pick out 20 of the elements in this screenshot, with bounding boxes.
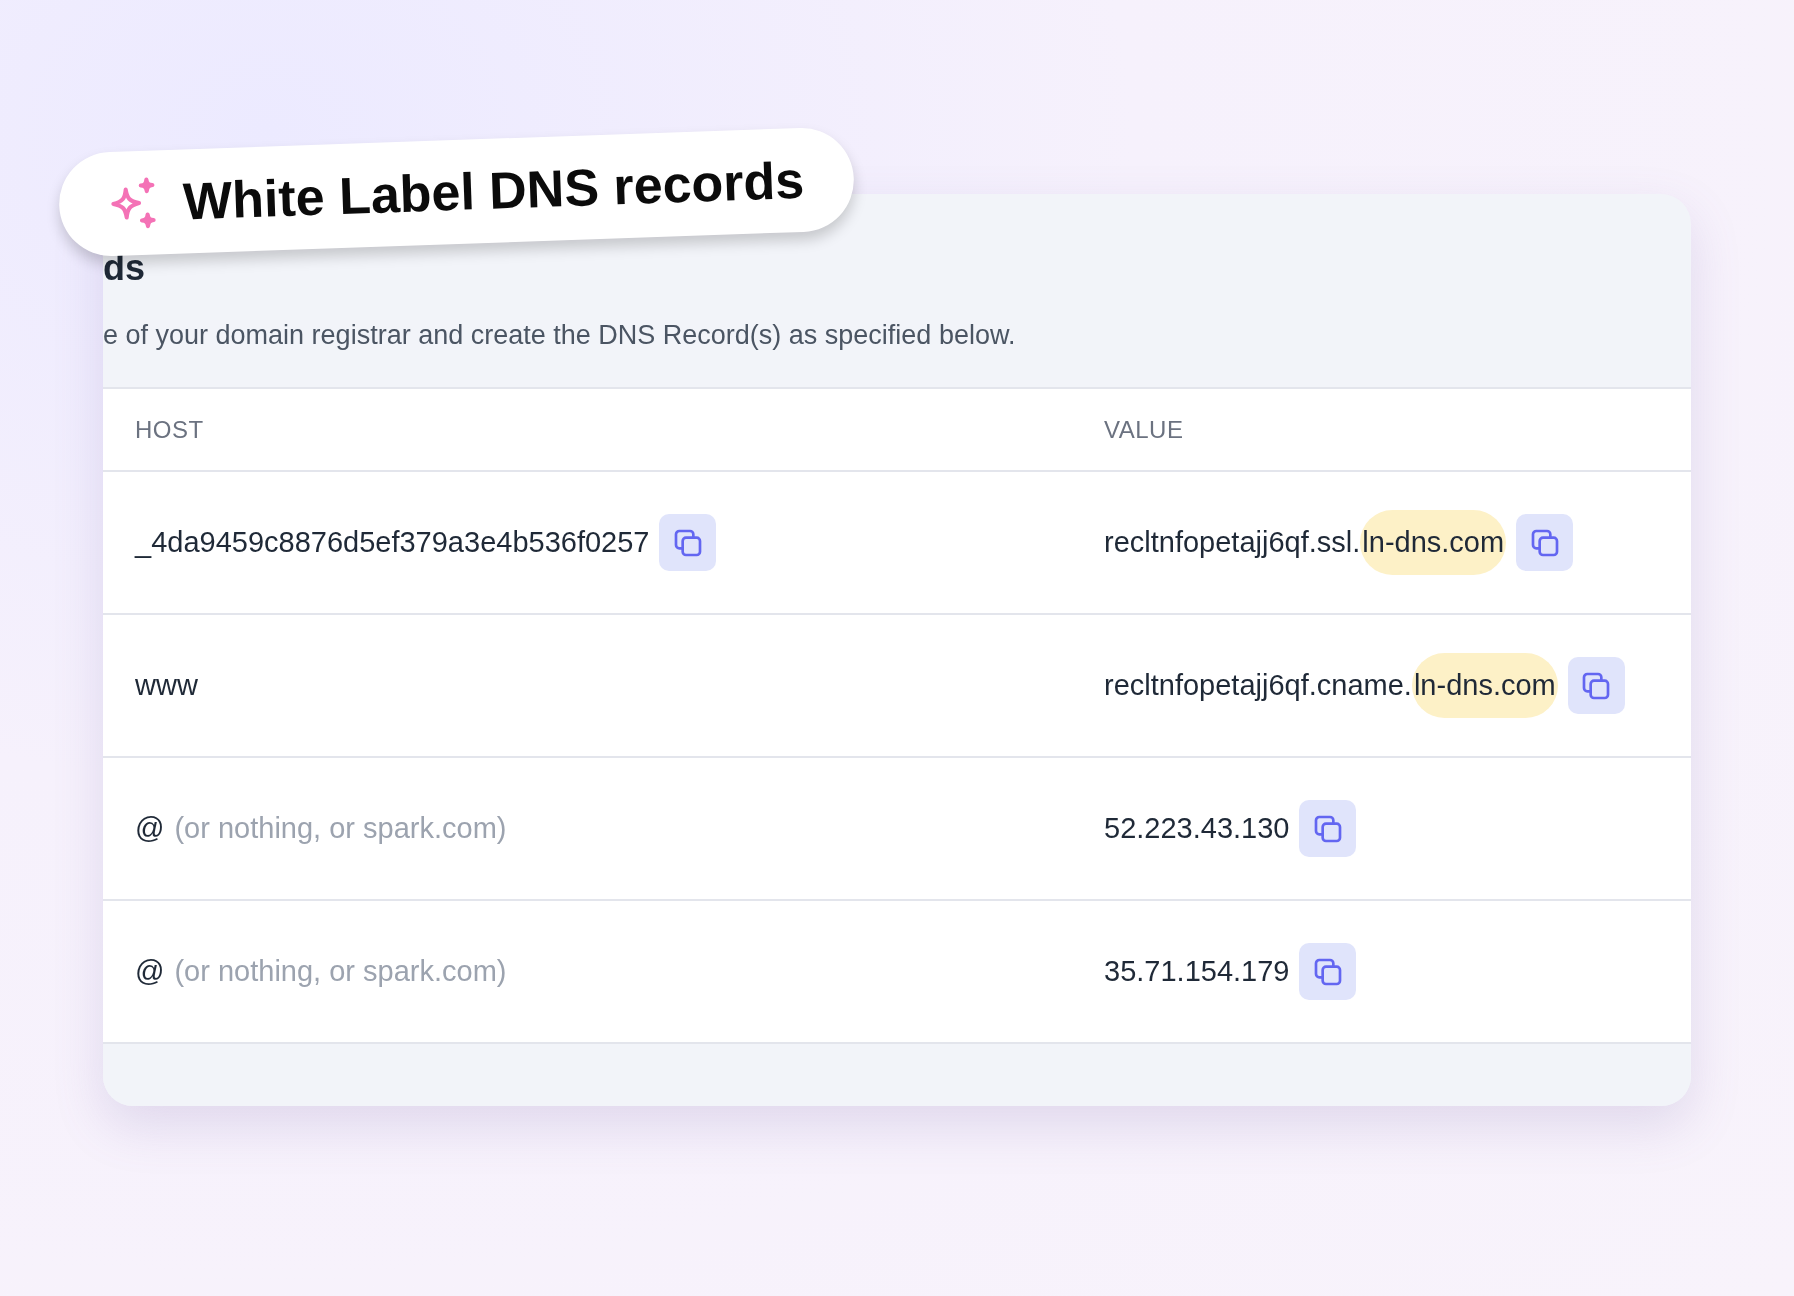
copy-button[interactable] [1516,514,1574,571]
column-header: HOST [135,415,205,444]
host-text: @ [135,812,165,845]
copy-button[interactable] [1299,943,1357,1000]
section-heading: ds [103,246,146,290]
value-text: recltnfopetajj6qf.ssl.ln-dns.com [1104,510,1507,575]
copy-button[interactable] [1567,657,1625,714]
host-text: @ [135,955,165,988]
badge-title: White Label DNS records [182,149,806,232]
host-hint: (or nothing, or spark.com) [174,955,507,988]
column-header: VALUE [1104,415,1185,444]
value-text: 35.71.154.179 [1104,955,1290,988]
copy-button[interactable] [659,514,717,571]
host-hint: (or nothing, or spark.com) [174,812,507,845]
copy-button[interactable] [1299,800,1357,857]
instruction-text: e of your domain registrar and create the DNS Record(s) as specified below. [103,320,1017,351]
host-text: _4da9459c8876d5ef379a3e4b536f0257 [135,526,650,559]
value-text: recltnfopetajj6qf.cname.ln-dns.com [1104,653,1558,718]
value-text: 52.223.43.130 [1104,812,1290,845]
host-text: www [135,669,198,702]
